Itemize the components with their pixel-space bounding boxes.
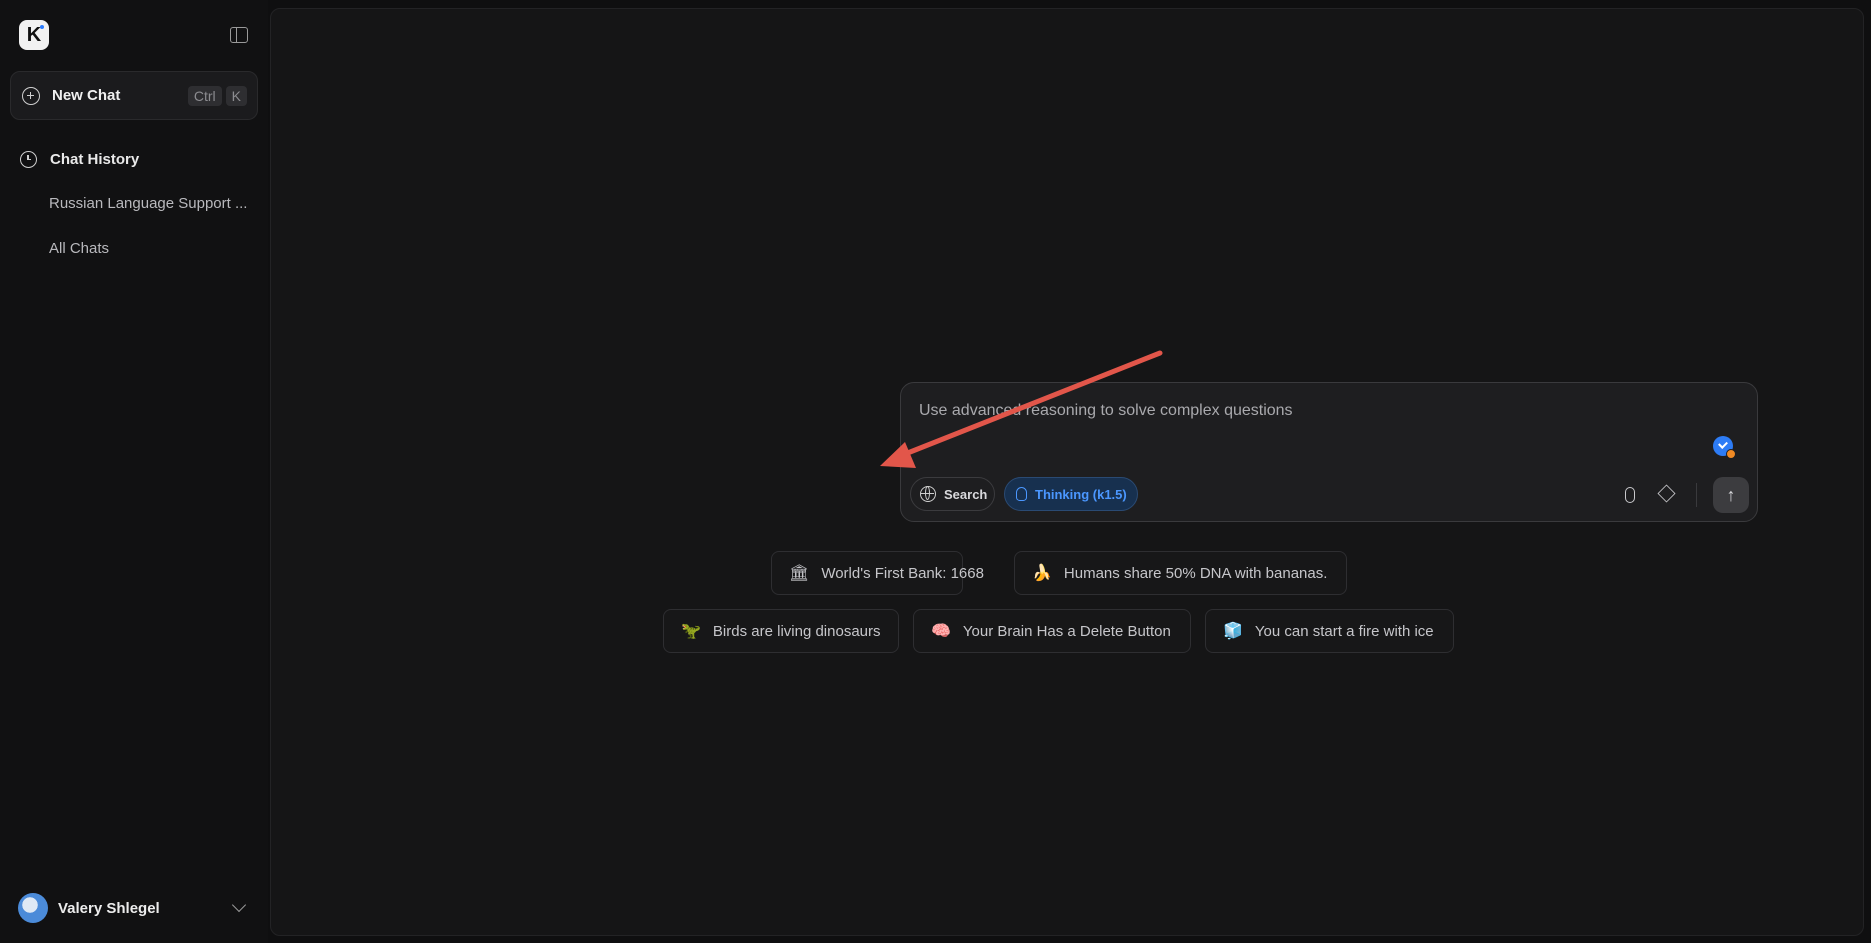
clock-icon (20, 151, 37, 168)
shortcut-key-ctrl: Ctrl (187, 85, 222, 106)
suggestion-text: World's First Bank: 1668 (821, 564, 984, 582)
suggestion-text: Your Brain Has a Delete Button (962, 622, 1171, 640)
thinking-toggle-button[interactable]: Thinking (k1.5) (1004, 477, 1138, 511)
chat-composer[interactable]: Use advanced reasoning to solve complex … (900, 382, 1758, 522)
toolbar-divider (1696, 483, 1697, 507)
globe-icon (920, 486, 936, 502)
plus-chat-icon (22, 86, 40, 105)
sidebar-toggle-icon[interactable] (230, 27, 248, 43)
suggestion-chip[interactable]: 🧊 You can start a fire with ice (1205, 609, 1454, 653)
app-logo[interactable]: K (19, 20, 49, 50)
bank-icon: 🏛 (789, 565, 810, 582)
suggestion-text: You can start a fire with ice (1254, 622, 1434, 640)
suggestion-chip[interactable]: 🏛 World's First Bank: 1668 (771, 551, 984, 595)
chat-history-header[interactable]: Chat History (20, 151, 139, 168)
banana-icon: 🍌 (1032, 565, 1052, 582)
chat-history-label: Chat History (50, 151, 140, 168)
suggestion-chip[interactable]: 🦖 Birds are living dinosaurs (663, 609, 899, 653)
prompt-input[interactable]: Use advanced reasoning to solve complex … (919, 402, 1293, 420)
all-chats-link[interactable]: All Chats (49, 240, 109, 257)
send-button[interactable]: ↑ (1713, 477, 1749, 513)
lightbulb-icon (1016, 487, 1027, 501)
verified-badge-icon[interactable] (1713, 436, 1736, 459)
sidebar: K New Chat Ctrl K Chat History Russian L… (0, 0, 268, 943)
thinking-label: Thinking (k1.5) (1035, 486, 1127, 502)
shortcut-key-k: K (225, 85, 247, 106)
search-label: Search (944, 486, 988, 502)
brain-icon: 🧠 (931, 623, 951, 640)
chevron-down-icon (231, 897, 247, 913)
user-menu[interactable]: Valery Shlegel (18, 893, 250, 923)
history-item[interactable]: Russian Language Support ... (49, 195, 247, 212)
suggestion-chip[interactable]: 🧠 Your Brain Has a Delete Button (913, 609, 1191, 653)
new-chat-button[interactable]: New Chat Ctrl K (10, 71, 258, 120)
search-toggle-button[interactable]: Search (910, 477, 995, 511)
ice-cube-icon: 🧊 (1223, 623, 1243, 640)
suggestion-text: Humans share 50% DNA with bananas. (1063, 564, 1328, 582)
avatar (18, 893, 48, 923)
new-chat-label: New Chat (52, 87, 121, 104)
arrow-up-icon: ↑ (1726, 484, 1736, 505)
suggestion-chip[interactable]: 🍌 Humans share 50% DNA with bananas. (1014, 551, 1347, 595)
suggestion-text: Birds are living dinosaurs (712, 622, 881, 640)
user-name: Valery Shlegel (58, 899, 160, 917)
main-panel: Use advanced reasoning to solve complex … (270, 8, 1864, 936)
logo-dot (40, 25, 44, 29)
dinosaur-icon: 🦖 (681, 623, 701, 640)
cube-icon[interactable] (1657, 484, 1676, 503)
attach-icon[interactable] (1625, 487, 1635, 503)
